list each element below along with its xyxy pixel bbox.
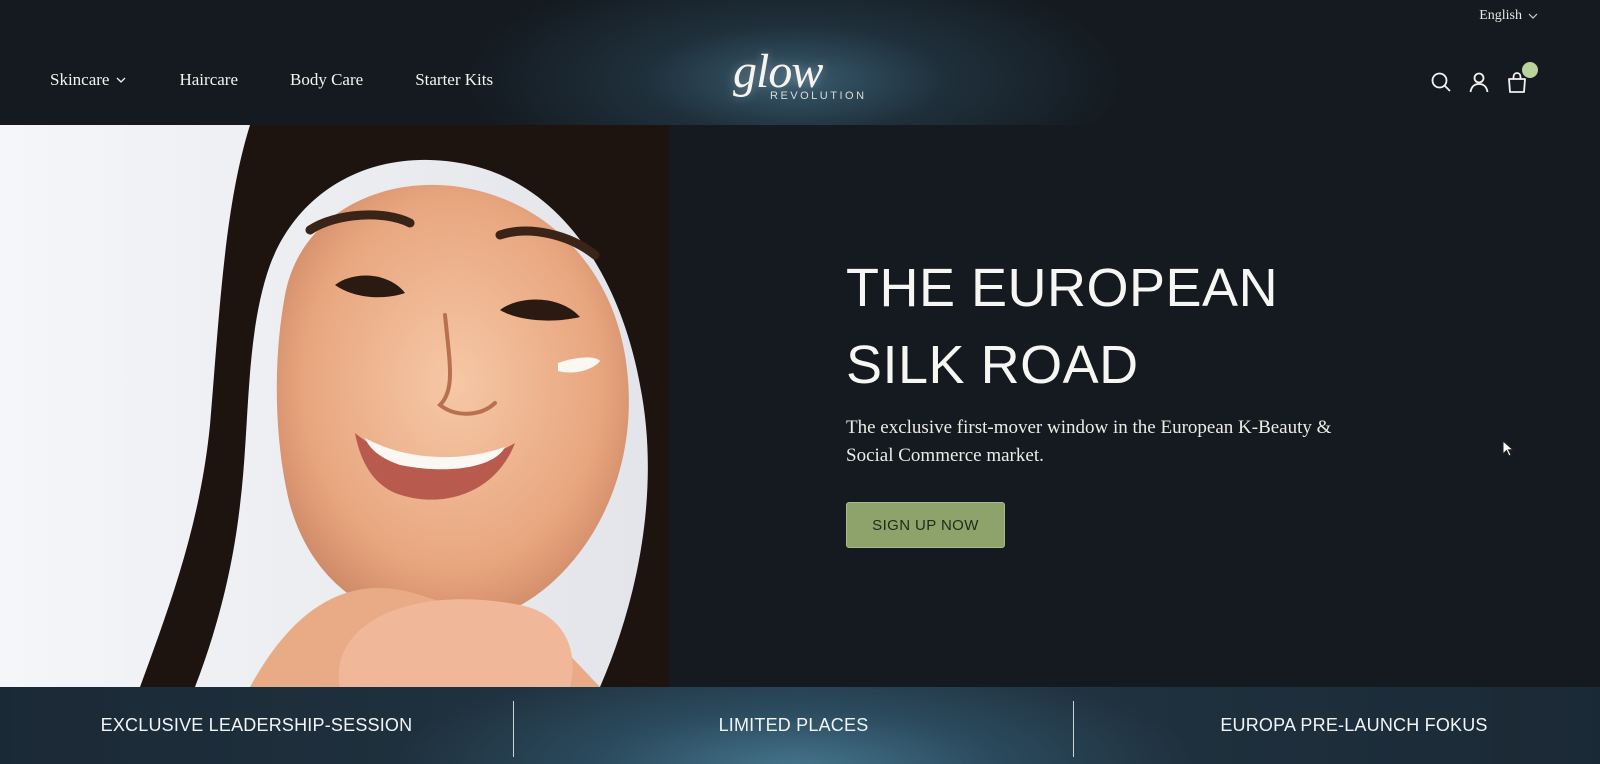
- brand-logo[interactable]: glow REVOLUTION: [733, 45, 864, 118]
- feature-strip: EXCLUSIVE LEADERSHIP-SESSION LIMITED PLA…: [0, 687, 1600, 764]
- hero-image: [0, 125, 669, 687]
- mouse-cursor-icon: [1502, 440, 1514, 457]
- hero-title-line-1: THE EUROPEAN: [846, 258, 1279, 318]
- nav-item-skincare[interactable]: Skincare: [50, 70, 127, 90]
- nav-item-label: Body Care: [290, 70, 364, 89]
- logo-subtitle: REVOLUTION: [770, 90, 867, 102]
- header-icons: [1430, 62, 1538, 93]
- nav-item-body-care[interactable]: Body Care: [290, 70, 363, 90]
- strip-item-pre-launch: EUROPA PRE-LAUNCH FOKUS: [1220, 715, 1488, 735]
- chevron-down-icon: [117, 77, 126, 83]
- language-label: English: [1479, 8, 1522, 23]
- chevron-down-icon: [1528, 13, 1538, 19]
- nav-item-label: Starter Kits: [415, 70, 494, 89]
- hero-subtitle: The exclusive first-mover window in the …: [846, 417, 1332, 466]
- strip-item-limited-places: LIMITED PLACES: [718, 715, 869, 735]
- strip-item-leadership: EXCLUSIVE LEADERSHIP-SESSION: [100, 715, 413, 735]
- search-icon[interactable]: [1430, 71, 1452, 93]
- sign-up-button[interactable]: SIGN UP NOW: [846, 502, 1005, 548]
- main-nav: Skincare Haircare Body Care Starter Kits: [50, 70, 545, 90]
- nav-item-label: Skincare: [50, 70, 110, 89]
- nav-item-haircare[interactable]: Haircare: [179, 70, 238, 90]
- nav-item-starter-kits[interactable]: Starter Kits: [415, 70, 493, 90]
- cart-badge: [1522, 62, 1538, 78]
- logo-word: glow: [733, 45, 823, 98]
- cart-icon[interactable]: [1506, 62, 1538, 93]
- woman-portrait-image: [0, 125, 669, 687]
- page: English Skincare Haircare Body Care Star…: [0, 0, 1600, 764]
- site-header: English Skincare Haircare Body Care Star…: [0, 0, 1600, 125]
- hero-title: THE EUROPEAN SILK ROAD: [846, 250, 1406, 404]
- hero-title-line-2: SILK ROAD: [846, 335, 1139, 395]
- hero-content: THE EUROPEAN SILK ROAD The exclusive fir…: [846, 250, 1406, 470]
- language-selector[interactable]: English: [1479, 8, 1538, 24]
- account-icon[interactable]: [1468, 71, 1490, 93]
- nav-item-label: Haircare: [179, 70, 238, 89]
